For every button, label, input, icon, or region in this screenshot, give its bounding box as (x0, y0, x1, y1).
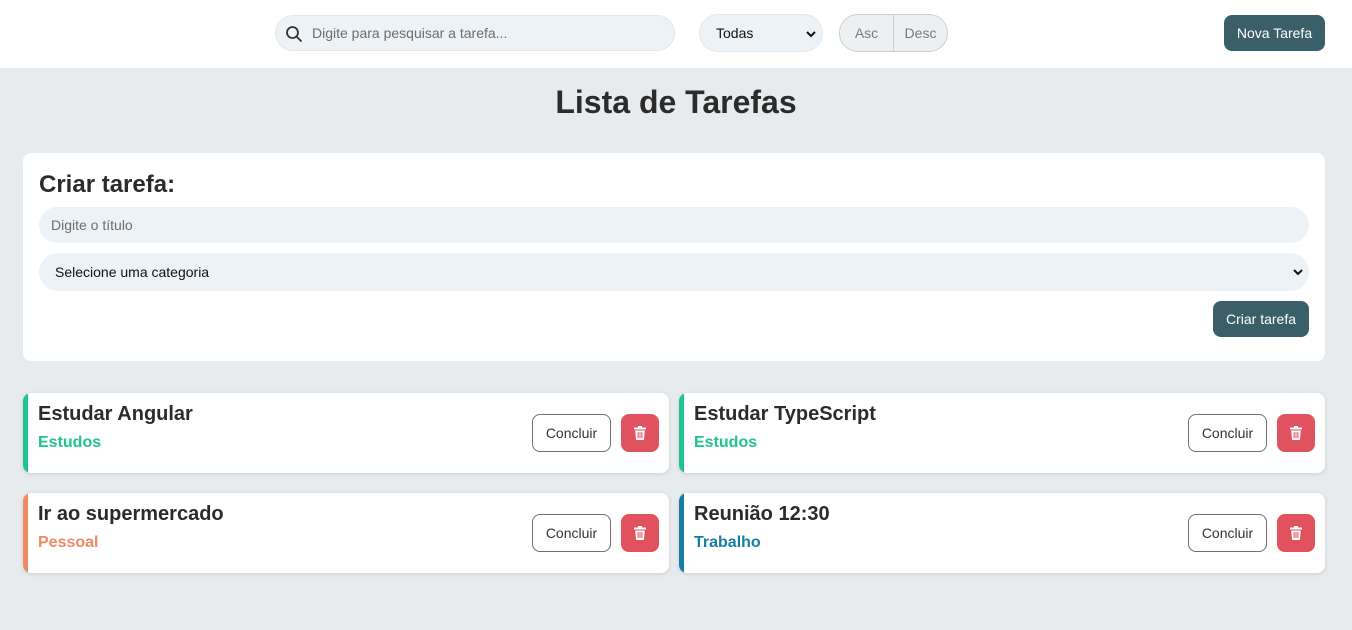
delete-task-button[interactable] (621, 414, 659, 452)
search-box (275, 15, 675, 51)
task-card: Ir ao supermercado Pessoal Concluir (23, 493, 669, 573)
task-card: Reunião 12:30 Trabalho Concluir (679, 493, 1325, 573)
category-select-value: Selecione uma categoria (55, 264, 210, 280)
delete-task-button[interactable] (621, 514, 659, 552)
task-card: Estudar TypeScript Estudos Concluir (679, 393, 1325, 473)
task-category: Trabalho (694, 534, 761, 551)
search-icon (286, 26, 302, 42)
create-task-heading: Criar tarefa: (39, 171, 176, 198)
task-title: Reunião 12:30 (694, 503, 830, 525)
filter-select[interactable]: Todas (699, 14, 823, 52)
task-category: Pessoal (38, 534, 99, 551)
task-category: Estudos (694, 434, 758, 451)
task-title-input[interactable]: Digite o título (39, 207, 1309, 243)
task-card: Estudar Angular Estudos Concluir (23, 393, 669, 473)
create-task-card: Criar tarefa: Digite o título Selecione … (23, 153, 1325, 361)
chevron-down-icon (1293, 269, 1303, 276)
category-select[interactable]: Selecione uma categoria (39, 253, 1309, 291)
category-stripe (679, 493, 684, 573)
category-stripe (23, 393, 28, 473)
trash-icon (634, 526, 646, 540)
chevron-down-icon (806, 31, 816, 38)
top-bar: Todas Asc Desc Nova Tarefa (0, 0, 1352, 68)
task-category: Estudos (38, 434, 102, 451)
complete-task-button[interactable]: Concluir (1188, 414, 1267, 452)
task-title: Estudar TypeScript (694, 403, 876, 425)
task-title-placeholder: Digite o título (51, 217, 133, 233)
page-title: Lista de Tarefas (555, 84, 797, 120)
filter-select-value: Todas (716, 25, 754, 41)
task-title: Estudar Angular (38, 403, 193, 425)
search-input[interactable] (312, 18, 668, 48)
trash-icon (634, 426, 646, 440)
task-title: Ir ao supermercado (38, 503, 224, 525)
sort-toggle-group: Asc Desc (839, 14, 948, 52)
complete-task-button[interactable]: Concluir (532, 414, 611, 452)
create-task-button[interactable]: Criar tarefa (1213, 301, 1309, 337)
complete-task-button[interactable]: Concluir (1188, 514, 1267, 552)
complete-task-button[interactable]: Concluir (532, 514, 611, 552)
delete-task-button[interactable] (1277, 514, 1315, 552)
category-stripe (23, 493, 28, 573)
sort-desc-button[interactable]: Desc (893, 15, 947, 51)
new-task-button[interactable]: Nova Tarefa (1224, 15, 1325, 51)
trash-icon (1290, 526, 1302, 540)
sort-asc-button[interactable]: Asc (840, 15, 893, 51)
delete-task-button[interactable] (1277, 414, 1315, 452)
trash-icon (1290, 426, 1302, 440)
category-stripe (679, 393, 684, 473)
